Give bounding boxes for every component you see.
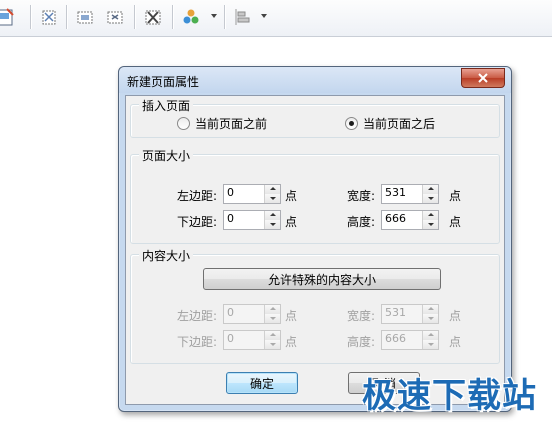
radio-button[interactable] bbox=[177, 117, 190, 130]
width-label: 宽度: bbox=[347, 189, 376, 203]
page-size-legend: 页面大小 bbox=[139, 147, 194, 164]
dialog-titlebar[interactable]: 新建页面属性 bbox=[119, 67, 511, 93]
stepper-down-button[interactable] bbox=[265, 314, 280, 323]
chevron-down-icon[interactable] bbox=[261, 14, 267, 18]
page-properties-dialog: 新建页面属性 插入页面 当前页面之前 当前页面之后 页面大小 左边距: 0 点 … bbox=[118, 66, 512, 412]
toolbar-separator bbox=[66, 5, 67, 29]
content-size-legend: 内容大小 bbox=[139, 247, 194, 264]
unit-label: 点 bbox=[285, 189, 298, 203]
stepper-down-button[interactable] bbox=[423, 314, 438, 323]
align-icon[interactable] bbox=[232, 6, 254, 28]
unit-label: 点 bbox=[285, 309, 298, 323]
bottom-margin-value[interactable]: 0 bbox=[227, 212, 234, 225]
toolbar bbox=[0, 0, 552, 37]
bottom-margin-label: 下边距: bbox=[177, 215, 218, 229]
left-margin-label: 左边距: bbox=[177, 189, 218, 203]
edit-page-icon[interactable] bbox=[0, 6, 16, 28]
color-shapes-icon[interactable] bbox=[180, 6, 202, 28]
radio-insert-after[interactable]: 当前页面之后 bbox=[345, 115, 435, 132]
content-left-margin-value[interactable]: 0 bbox=[227, 306, 234, 319]
stepper-down-button[interactable] bbox=[265, 194, 280, 203]
unit-label: 点 bbox=[449, 309, 462, 323]
content-left-margin-stepper[interactable]: 0 bbox=[223, 304, 281, 324]
ok-button[interactable]: 确定 bbox=[226, 372, 298, 394]
content-bottom-margin-value[interactable]: 0 bbox=[227, 332, 234, 345]
left-margin-value[interactable]: 0 bbox=[227, 186, 234, 199]
unit-label: 点 bbox=[449, 335, 462, 349]
chevron-down-icon[interactable] bbox=[211, 14, 217, 18]
allow-special-content-size-button[interactable]: 允许特殊的内容大小 bbox=[203, 268, 441, 290]
dialog-title: 新建页面属性 bbox=[127, 75, 200, 89]
close-icon bbox=[478, 73, 488, 83]
unit-label: 点 bbox=[449, 189, 462, 203]
delete-page-icon[interactable] bbox=[142, 6, 164, 28]
width-value[interactable]: 531 bbox=[385, 186, 406, 199]
width-stepper[interactable]: 531 bbox=[381, 184, 439, 204]
watermark-logo: 极速下载站 bbox=[362, 376, 537, 416]
crop-page-icon[interactable] bbox=[74, 6, 96, 28]
rotate-page-icon[interactable] bbox=[38, 6, 60, 28]
toolbar-separator bbox=[172, 5, 173, 29]
content-left-margin-label: 左边距: bbox=[177, 309, 218, 323]
radio-insert-before-label: 当前页面之前 bbox=[195, 117, 268, 131]
page-size-group: 页面大小 左边距: 0 点 下边距: 0 点 宽度: 531 点 高度: 666 bbox=[130, 147, 500, 244]
content-width-value[interactable]: 531 bbox=[385, 306, 406, 319]
close-button[interactable] bbox=[461, 68, 505, 88]
toolbar-separator bbox=[224, 5, 225, 29]
content-height-stepper[interactable]: 666 bbox=[381, 330, 439, 350]
stepper-down-button[interactable] bbox=[265, 340, 280, 349]
stepper-down-button[interactable] bbox=[423, 194, 438, 203]
unit-label: 点 bbox=[285, 335, 298, 349]
radio-insert-after-label: 当前页面之后 bbox=[363, 117, 436, 131]
extract-page-icon[interactable] bbox=[104, 6, 126, 28]
content-height-label: 高度: bbox=[347, 335, 376, 349]
left-margin-stepper[interactable]: 0 bbox=[223, 184, 281, 204]
content-bottom-margin-label: 下边距: bbox=[177, 335, 218, 349]
content-size-group: 内容大小 允许特殊的内容大小 左边距: 0 点 下边距: 0 点 宽度: 531… bbox=[130, 247, 500, 364]
content-height-value[interactable]: 666 bbox=[385, 332, 406, 345]
content-width-label: 宽度: bbox=[347, 309, 376, 323]
content-bottom-margin-stepper[interactable]: 0 bbox=[223, 330, 281, 350]
insert-page-group: 插入页面 当前页面之前 当前页面之后 bbox=[130, 97, 500, 138]
stepper-down-button[interactable] bbox=[423, 220, 438, 229]
height-value[interactable]: 666 bbox=[385, 212, 406, 225]
toolbar-separator bbox=[30, 5, 31, 29]
radio-insert-before[interactable]: 当前页面之前 bbox=[177, 115, 267, 132]
unit-label: 点 bbox=[285, 215, 298, 229]
unit-label: 点 bbox=[449, 215, 462, 229]
content-width-stepper[interactable]: 531 bbox=[381, 304, 439, 324]
radio-button[interactable] bbox=[345, 117, 358, 130]
stepper-down-button[interactable] bbox=[265, 220, 280, 229]
height-stepper[interactable]: 666 bbox=[381, 210, 439, 230]
dialog-body: 插入页面 当前页面之前 当前页面之后 页面大小 左边距: 0 点 下边距: 0 bbox=[125, 95, 505, 405]
insert-page-legend: 插入页面 bbox=[139, 97, 194, 114]
height-label: 高度: bbox=[347, 215, 376, 229]
bottom-margin-stepper[interactable]: 0 bbox=[223, 210, 281, 230]
toolbar-separator bbox=[134, 5, 135, 29]
stepper-down-button[interactable] bbox=[423, 340, 438, 349]
